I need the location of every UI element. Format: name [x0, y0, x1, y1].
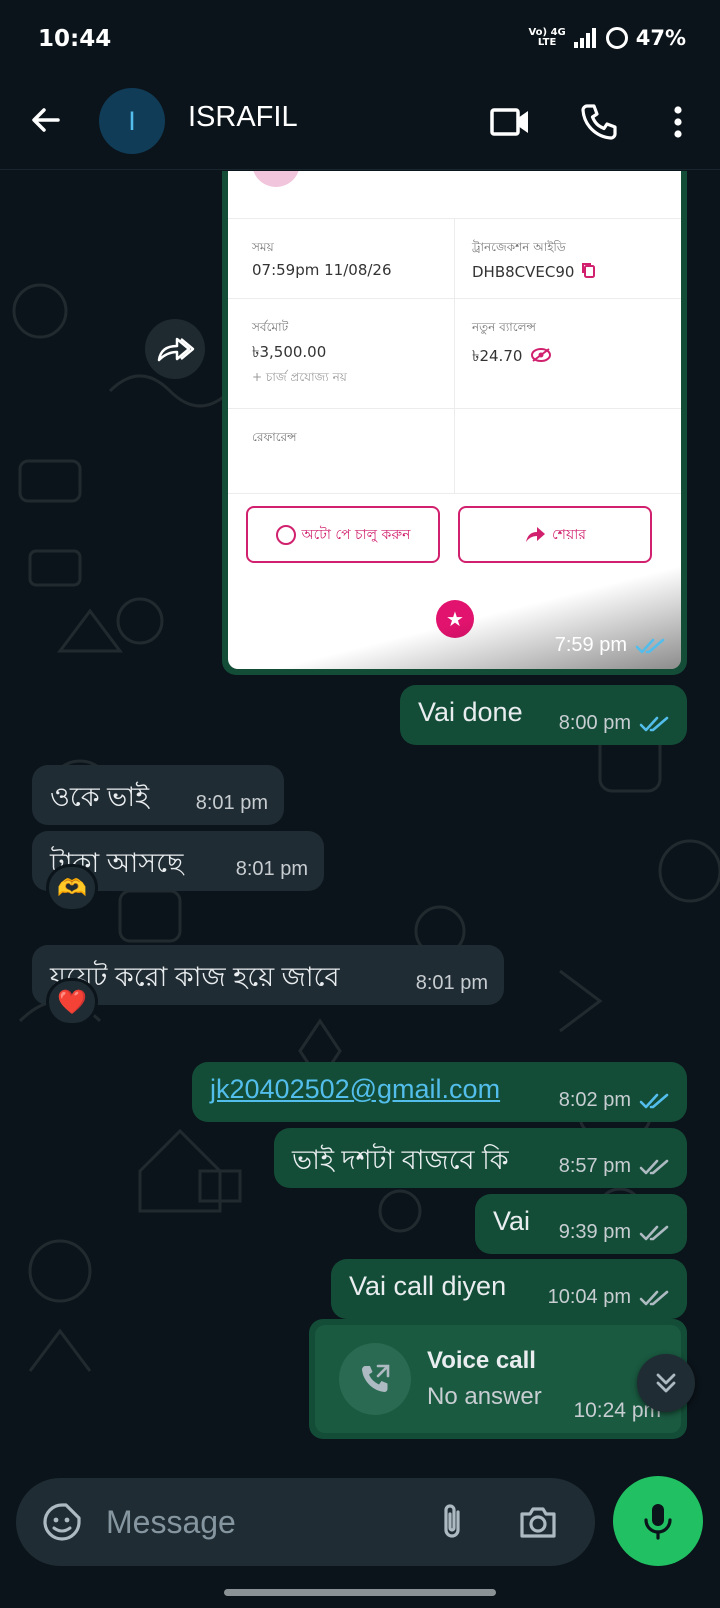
receipt-total-value: ৳3,500.00 — [252, 343, 327, 361]
message-text: ওকে ভাই — [50, 782, 150, 812]
message-time: 8:01 pm — [195, 792, 268, 814]
status-time: 10:44 — [38, 26, 112, 52]
status-bar: 10:44 Vo) 4G LTE 47% — [0, 0, 720, 76]
outgoing-call-icon — [362, 1364, 390, 1392]
message-incoming[interactable]: ওকে ভাই 8:01 pm — [32, 765, 284, 825]
message-text: Vai — [493, 1206, 531, 1236]
message-input[interactable] — [106, 1498, 406, 1546]
receipt-reference-label: রেফারেন্স — [252, 430, 297, 444]
network-bottom-label: LTE — [537, 37, 557, 48]
hide-eye-icon — [531, 348, 551, 362]
autopay-icon — [275, 524, 296, 545]
receipt-row-top — [228, 171, 681, 219]
camera-icon[interactable] — [516, 1500, 560, 1544]
voice-call-icon[interactable] — [577, 100, 621, 144]
home-indicator[interactable] — [224, 1589, 496, 1596]
message-time: 8:01 pm — [415, 972, 488, 994]
missed-call-icon-wrap — [339, 1343, 411, 1415]
copy-icon — [582, 263, 595, 278]
receipt-time-label: সময় — [252, 240, 274, 254]
email-link[interactable]: jk20402502@gmail.com — [210, 1074, 500, 1105]
receipt-balance-value: ৳24.70 — [472, 347, 523, 365]
receipt-charge-note: + চার্জ প্রযোজ্য নয় — [252, 370, 347, 384]
attach-icon[interactable] — [430, 1500, 474, 1544]
message-time: 9:39 pm — [558, 1221, 631, 1243]
reaction-heart-hands[interactable]: 🫶 — [46, 864, 98, 912]
message-meta: 10:04 pm — [548, 1286, 671, 1309]
autopay-label: অটো পে চালু করুন — [301, 526, 411, 543]
receipt-total-label: সর্বমোট — [252, 320, 289, 334]
status-icons: Vo) 4G LTE 47% — [528, 26, 686, 50]
read-ticks-icon — [639, 1093, 669, 1108]
double-chevron-down-icon — [656, 1373, 676, 1393]
call-title: Voice call — [427, 1347, 536, 1374]
back-arrow-icon[interactable] — [28, 102, 64, 138]
message-outgoing[interactable]: jk20402502@gmail.com 8:02 pm — [192, 1062, 687, 1122]
voice-call-message[interactable]: Voice call No answer 10:24 pm — [309, 1319, 687, 1439]
message-meta: 8:01 pm — [196, 792, 268, 815]
read-ticks-icon — [635, 638, 665, 653]
receipt-balance-label: নতুন ব্যালেন্স — [472, 320, 536, 334]
message-composer — [16, 1478, 595, 1566]
receipt-image[interactable]: 01843073013 সময় 07:59pm 11/08/26 ট্রানজ… — [228, 171, 681, 669]
message-meta: 8:02 pm — [559, 1089, 671, 1112]
message-time: 8:01 pm — [235, 858, 308, 880]
voice-record-button[interactable] — [613, 1476, 703, 1566]
network-indicator: Vo) 4G LTE — [528, 28, 565, 48]
more-options-icon[interactable] — [656, 100, 700, 144]
chat-area[interactable]: 01843073013 সময় 07:59pm 11/08/26 ট্রানজ… — [0, 171, 720, 1467]
share-label: শেয়ার — [552, 526, 586, 543]
image-message-time: 7:59 pm — [554, 634, 627, 656]
message-meta: 8:01 pm — [416, 972, 488, 995]
receipt-time-value: 07:59pm 11/08/26 — [252, 261, 392, 279]
message-meta: 8:01 pm — [236, 858, 308, 881]
image-message[interactable]: 01843073013 সময় 07:59pm 11/08/26 ট্রানজ… — [222, 171, 687, 675]
message-meta: 9:39 pm — [559, 1221, 671, 1244]
reaction-heart[interactable]: ❤️ — [46, 978, 98, 1026]
share-arrow-icon — [526, 526, 545, 542]
receipt-txn-label: ট্রানজেকশন আইডি — [472, 240, 566, 254]
receipt-txn-value: DHB8CVEC90 — [472, 263, 575, 281]
message-time: 8:57 pm — [558, 1155, 631, 1177]
message-meta: 8:00 pm — [559, 712, 671, 735]
microphone-icon — [644, 1504, 672, 1540]
message-outgoing[interactable]: Vai done 8:00 pm — [400, 685, 687, 745]
message-incoming[interactable]: য়য়েট করো কাজ হয়ে জাবে 8:01 pm — [32, 945, 504, 1005]
message-outgoing[interactable]: ভাই দশটা বাজবে কি 8:57 pm — [274, 1128, 687, 1188]
signal-icon — [573, 28, 596, 48]
message-time: 8:02 pm — [558, 1089, 631, 1111]
message-outgoing[interactable]: Vai call diyen 10:04 pm — [331, 1259, 687, 1319]
sticker-icon[interactable] — [40, 1500, 84, 1544]
video-call-icon[interactable] — [488, 100, 532, 144]
forward-button[interactable] — [145, 319, 205, 379]
scroll-to-bottom-button[interactable] — [637, 1354, 695, 1412]
message-text: Vai call diyen — [349, 1271, 507, 1301]
read-ticks-icon — [639, 716, 669, 731]
call-status: No answer — [427, 1383, 542, 1410]
contact-name[interactable]: ISRAFIL — [188, 101, 298, 134]
forward-icon — [157, 337, 195, 362]
voice-call-card[interactable]: Voice call No answer 10:24 pm — [315, 1325, 681, 1433]
battery-percent: 47% — [635, 26, 686, 50]
delivered-ticks-icon — [639, 1290, 669, 1305]
delivered-ticks-icon — [639, 1225, 669, 1240]
image-message-meta: 7:59 pm — [555, 634, 667, 657]
message-text: ভাই দশটা বাজবে কি — [292, 1145, 509, 1175]
battery-icon — [605, 27, 628, 49]
chat-header: I ISRAFIL — [0, 76, 720, 170]
delivered-ticks-icon — [639, 1159, 669, 1174]
contact-avatar[interactable]: I — [99, 88, 165, 154]
message-text: Vai done — [418, 697, 523, 727]
message-meta: 8:57 pm — [559, 1155, 671, 1178]
receipt-column-divider — [454, 219, 455, 494]
message-time: 8:00 pm — [558, 712, 631, 734]
message-time: 10:04 pm — [547, 1286, 631, 1308]
message-outgoing[interactable]: Vai 9:39 pm — [475, 1194, 687, 1254]
